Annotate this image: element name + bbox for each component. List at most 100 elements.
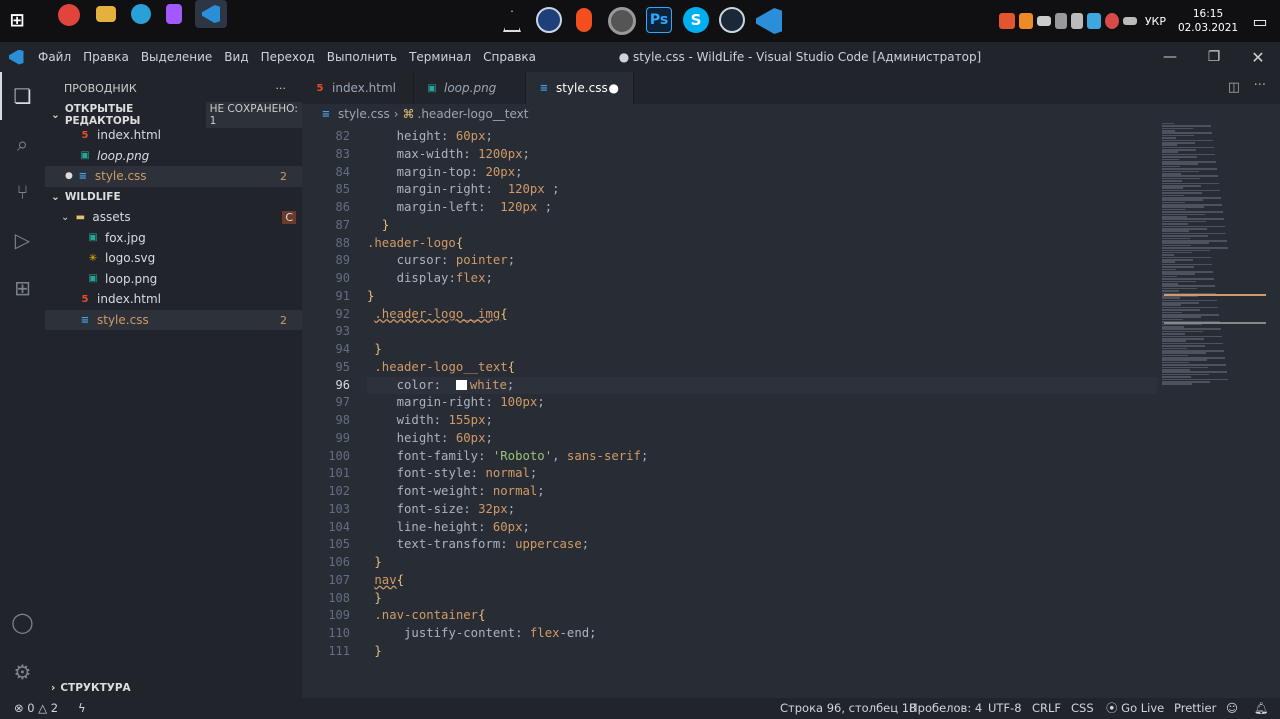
- code-line[interactable]: height: 60px;: [367, 430, 1157, 448]
- indentation[interactable]: Пробелов: 4: [909, 698, 982, 719]
- code-line[interactable]: margin-right: 100px;: [367, 394, 1157, 412]
- maximize-button[interactable]: ❐: [1192, 42, 1236, 72]
- code-line[interactable]: font-weight: normal;: [367, 483, 1157, 501]
- problems-indicator[interactable]: ⊗ 0 △ 2: [14, 698, 58, 719]
- vscode-pinned-icon[interactable]: [754, 6, 784, 36]
- menu-3[interactable]: Вид: [218, 42, 254, 72]
- file-explorer-icon[interactable]: [96, 6, 116, 22]
- code-line[interactable]: cursor: pointer;: [367, 252, 1157, 270]
- code-line[interactable]: }: [367, 590, 1157, 608]
- more-actions-icon[interactable]: ···: [1254, 78, 1266, 93]
- source-control-icon[interactable]: ⑂: [0, 168, 45, 216]
- encoding[interactable]: UTF-8: [988, 698, 1022, 719]
- skype-icon[interactable]: S: [683, 7, 709, 33]
- tray-app-icon-4[interactable]: [1104, 13, 1119, 29]
- color-swatch[interactable]: [455, 379, 467, 390]
- code-line[interactable]: }: [367, 217, 1157, 235]
- close-button[interactable]: ✕: [1236, 42, 1280, 72]
- menu-5[interactable]: Выполнить: [321, 42, 403, 72]
- keyboard-language[interactable]: УКР: [1145, 15, 1166, 28]
- notifications-icon[interactable]: ▭: [1240, 0, 1280, 42]
- code-line[interactable]: font-style: normal;: [367, 465, 1157, 483]
- chrome-icon[interactable]: [58, 4, 80, 26]
- vscode-taskbar-icon[interactable]: [195, 0, 227, 28]
- minimap[interactable]: [1162, 122, 1268, 385]
- assassins-creed-icon[interactable]: [500, 8, 524, 34]
- go-live-button[interactable]: ⦿ Go Live: [1106, 698, 1164, 719]
- photoshop-icon[interactable]: Ps: [646, 7, 672, 33]
- code-line[interactable]: justify-content: flex-end;: [367, 625, 1157, 643]
- unsaved-dot-icon[interactable]: ●: [609, 81, 619, 95]
- cinema4d-icon[interactable]: [536, 7, 562, 33]
- code-line[interactable]: color: white;: [367, 376, 1157, 395]
- code-line[interactable]: nav{: [367, 572, 1157, 590]
- tray-app-icon-3[interactable]: [1086, 13, 1101, 29]
- modified-dot-icon[interactable]: ●: [65, 171, 73, 181]
- language-mode[interactable]: CSS: [1071, 698, 1094, 719]
- code-line[interactable]: .header-logo{: [367, 235, 1157, 253]
- line-ending[interactable]: CRLF: [1032, 698, 1061, 719]
- code-line[interactable]: margin-right: 120px ;: [367, 181, 1157, 199]
- tab-index-html[interactable]: 5 index.html: [302, 72, 414, 104]
- cursor-position[interactable]: Строка 96, столбец 18: [780, 698, 916, 719]
- file-item[interactable]: ▣ loop.png: [45, 269, 302, 290]
- file-item[interactable]: ● ≡ style.css 2: [45, 166, 302, 187]
- menu-0[interactable]: Файл: [32, 42, 77, 72]
- live-share-icon[interactable]: ϟ: [78, 698, 86, 719]
- file-item[interactable]: ▣ fox.jpg: [45, 227, 302, 248]
- file-item[interactable]: ▣ loop.png: [45, 146, 302, 167]
- minimize-button[interactable]: —: [1148, 42, 1192, 72]
- audio-app-icon[interactable]: [608, 7, 636, 35]
- tray-app-icon[interactable]: [998, 13, 1015, 29]
- code-line[interactable]: }: [367, 643, 1157, 661]
- menu-1[interactable]: Правка: [77, 42, 135, 72]
- code-line[interactable]: margin-top: 20px;: [367, 164, 1157, 182]
- breadcrumb-file[interactable]: style.css: [338, 107, 390, 121]
- accounts-icon[interactable]: ◯: [0, 598, 45, 646]
- menu-2[interactable]: Выделение: [135, 42, 218, 72]
- code-line[interactable]: }: [367, 341, 1157, 359]
- tray-link-icon[interactable]: [1036, 16, 1051, 26]
- feedback-icon[interactable]: ☺: [1226, 698, 1238, 719]
- menu-6[interactable]: Терминал: [403, 42, 477, 72]
- code-line[interactable]: text-transform: uppercase;: [367, 536, 1157, 554]
- tab-style-css[interactable]: ≡ style.css ●: [526, 72, 634, 104]
- code-line[interactable]: font-family: 'Roboto', sans-serif;: [367, 448, 1157, 466]
- code-line[interactable]: [367, 323, 1157, 341]
- battery-icon[interactable]: [1122, 17, 1137, 25]
- breadcrumb-symbol[interactable]: .header-logo__text: [418, 107, 529, 121]
- code-line[interactable]: font-size: 32px;: [367, 501, 1157, 519]
- code-line[interactable]: width: 155px;: [367, 412, 1157, 430]
- menu-4[interactable]: Переход: [255, 42, 321, 72]
- code-line[interactable]: max-width: 1200px;: [367, 146, 1157, 164]
- file-item[interactable]: 5 index.html: [45, 289, 302, 310]
- file-item[interactable]: ✳ logo.svg: [45, 248, 302, 269]
- file-item[interactable]: 5 index.html: [45, 125, 302, 146]
- code-line[interactable]: .header-logo__img{: [367, 306, 1157, 324]
- extensions-icon[interactable]: ⊞: [0, 264, 45, 312]
- wifi-icon[interactable]: [1054, 13, 1067, 29]
- file-item[interactable]: ≡ style.css 2: [45, 309, 302, 331]
- explorer-icon[interactable]: ❏: [0, 72, 45, 120]
- project-header[interactable]: ⌄ WILDLIFE: [45, 187, 302, 207]
- structure-header[interactable]: › СТРУКТУРА: [45, 678, 131, 698]
- code-line[interactable]: line-height: 60px;: [367, 519, 1157, 537]
- prettier-button[interactable]: Prettier: [1174, 698, 1216, 719]
- settings-gear-icon[interactable]: ⚙: [0, 648, 45, 696]
- code-line[interactable]: .header-logo__text{: [367, 359, 1157, 377]
- figma-desktop-icon[interactable]: [576, 8, 592, 32]
- steam-icon[interactable]: [719, 7, 745, 33]
- menu-7[interactable]: Справка: [477, 42, 542, 72]
- code-editor[interactable]: height: 60px; max-width: 1200px; margin-…: [367, 128, 1157, 661]
- code-line[interactable]: .nav-container{: [367, 607, 1157, 625]
- run-debug-icon[interactable]: ▷: [0, 216, 45, 264]
- code-line[interactable]: display:flex;: [367, 270, 1157, 288]
- tab-loop-png[interactable]: ▣ loop.png: [414, 72, 526, 104]
- open-editors-header[interactable]: ⌄ ОТКРЫТЫЕ РЕДАКТОРЫ НЕ СОХРАНЕНО: 1: [45, 102, 302, 128]
- code-line[interactable]: margin-left: 120px ;: [367, 199, 1157, 217]
- figma-icon[interactable]: [166, 4, 182, 24]
- volume-icon[interactable]: [1070, 13, 1083, 29]
- search-icon[interactable]: ⌕: [0, 120, 45, 168]
- telegram-icon[interactable]: [131, 4, 151, 24]
- clock[interactable]: 16:15 02.03.2021: [1176, 7, 1240, 35]
